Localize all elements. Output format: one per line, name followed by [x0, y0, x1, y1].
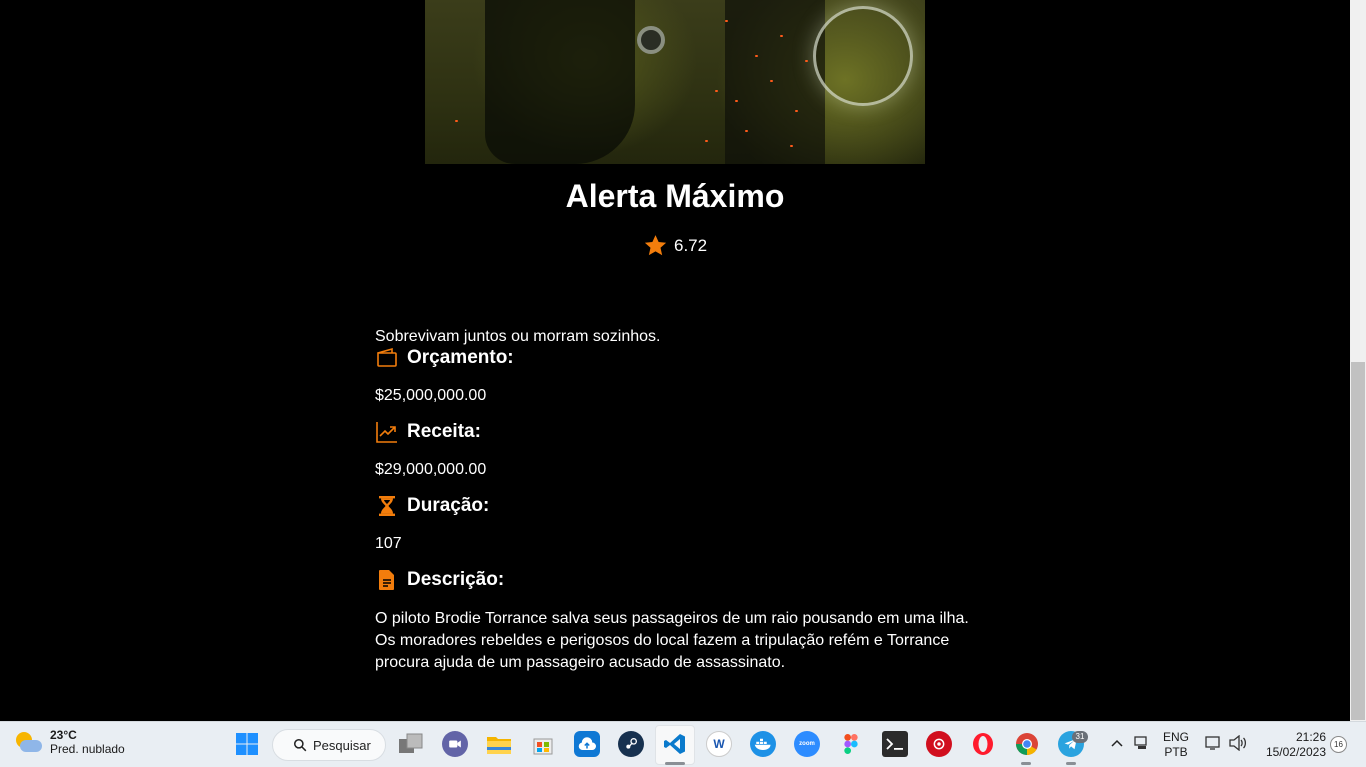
movie-tagline: Sobrevivam juntos ou morram sozinhos. — [375, 328, 661, 345]
terminal-icon[interactable] — [882, 731, 908, 757]
telegram-running-indicator — [1066, 762, 1076, 765]
runtime-heading: Duração: — [375, 494, 489, 518]
movie-poster-image — [425, 0, 925, 164]
search-label: Pesquisar — [313, 737, 371, 753]
chrome-running-indicator — [1021, 762, 1031, 765]
vscode-running-indicator — [665, 762, 685, 765]
task-view-icon[interactable] — [398, 731, 424, 757]
opera-icon[interactable] — [970, 731, 996, 757]
movie-title: Alerta Máximo — [565, 178, 785, 214]
weather-temperature: 23°C — [50, 728, 77, 742]
description-heading: Descrição: — [375, 568, 504, 592]
monitor-tray-icon[interactable] — [1205, 735, 1223, 751]
rating-value: 6.72 — [674, 235, 708, 255]
network-tray-icon[interactable] — [1134, 736, 1150, 750]
weather-condition: Pred. nublado — [50, 742, 125, 756]
search-icon — [293, 738, 307, 752]
page-scrollbar[interactable] — [1350, 0, 1366, 721]
hourglass-icon — [379, 496, 395, 516]
game-app-icon[interactable] — [926, 731, 952, 757]
vscode-icon[interactable] — [662, 731, 688, 757]
microsoft-store-icon[interactable] — [530, 731, 556, 757]
cloud-upload-icon[interactable] — [574, 731, 600, 757]
revenue-value: $29,000,000.00 — [375, 461, 487, 478]
revenue-heading: Receita: — [375, 420, 481, 444]
windows-start-icon[interactable] — [234, 731, 260, 757]
notification-count-badge[interactable]: 16 — [1330, 736, 1347, 753]
telegram-unread-badge: 31 — [1072, 731, 1088, 743]
runtime-value: 107 — [375, 535, 402, 552]
document-icon — [379, 570, 394, 590]
windows-taskbar: 23°C Pred. nublado Pesquisar W zoom 31 E… — [0, 721, 1366, 767]
trending-up-icon — [376, 422, 397, 443]
language-code: ENG — [1162, 730, 1189, 744]
chevron-up-icon[interactable] — [1110, 736, 1124, 750]
keyboard-layout: PTB — [1164, 745, 1188, 759]
wallet-icon — [377, 347, 397, 367]
teams-chat-icon[interactable] — [442, 731, 468, 757]
browser-page: Alerta Máximo 6.72 Sobrevivam juntos ou … — [0, 0, 1350, 721]
clock-time: 21:26 — [1295, 730, 1326, 744]
star-icon — [644, 235, 667, 256]
clock-date: 15/02/2023 — [1265, 745, 1326, 759]
weather-widget[interactable]: 23°C Pred. nublado — [14, 728, 125, 757]
volume-icon[interactable] — [1228, 734, 1248, 752]
word-app-icon[interactable]: W — [706, 731, 732, 757]
taskbar-search[interactable]: Pesquisar — [272, 729, 386, 761]
chrome-icon[interactable] — [1014, 731, 1040, 757]
scrollbar-thumb[interactable] — [1351, 362, 1365, 720]
figma-icon[interactable] — [838, 731, 864, 757]
docker-icon[interactable] — [750, 731, 776, 757]
steam-icon[interactable] — [618, 731, 644, 757]
description-text: O piloto Brodie Torrance salva seus pass… — [375, 610, 969, 671]
system-clock[interactable]: 21:26 15/02/2023 — [1258, 730, 1326, 760]
file-explorer-icon[interactable] — [486, 731, 512, 757]
partly-cloudy-icon — [14, 731, 42, 754]
language-indicator[interactable]: ENG PTB — [1158, 730, 1194, 760]
budget-heading: Orçamento: — [375, 346, 514, 370]
zoom-icon[interactable]: zoom — [794, 731, 820, 757]
movie-rating: 6.72 — [643, 233, 707, 258]
budget-value: $25,000,000.00 — [375, 387, 487, 404]
